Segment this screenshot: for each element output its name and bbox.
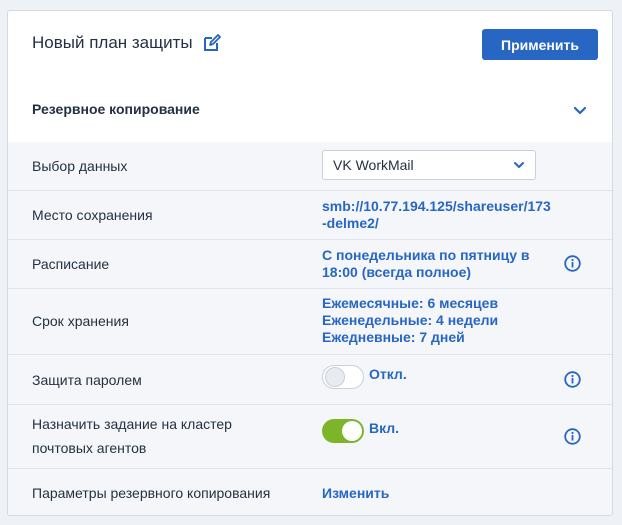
cluster-state: Вкл.	[369, 420, 400, 436]
info-icon[interactable]	[564, 428, 581, 445]
section-title: Резервное копирование	[32, 101, 200, 117]
retention-monthly: Ежемесячные: 6 месяцев	[322, 295, 499, 311]
retention-weekly: Еженедельные: 4 недели	[322, 312, 499, 328]
retention-link[interactable]: Ежемесячные: 6 месяцев Еженедельные: 4 н…	[322, 295, 552, 346]
data-selection-value: VK WorkMail	[333, 157, 414, 173]
data-selection-label: Выбор данных	[32, 158, 128, 174]
backup-section-header[interactable]: Резервное копирование	[8, 77, 612, 143]
edit-icon[interactable]	[203, 34, 221, 52]
schedule-link[interactable]: С понедельника по пятницу в 18:00 (всегд…	[322, 247, 552, 281]
password-toggle[interactable]	[322, 365, 364, 389]
apply-button[interactable]: Применить	[482, 29, 598, 60]
toggle-knob	[325, 367, 345, 387]
password-state: Откл.	[369, 366, 407, 382]
panel-header: Новый план защиты Применить	[8, 11, 612, 78]
info-icon[interactable]	[564, 371, 581, 388]
retention-label: Срок хранения	[32, 313, 129, 329]
info-icon[interactable]	[564, 255, 581, 272]
plan-title: Новый план защиты	[32, 33, 193, 52]
row-retention: Срок хранения Ежемесячные: 6 месяцев Еже…	[8, 289, 612, 355]
cluster-label-line-1: Назначить задание на кластер	[32, 416, 232, 432]
password-label: Защита паролем	[32, 372, 142, 388]
cluster-label: Назначить задание на кластер почтовых аг…	[32, 412, 232, 460]
location-link[interactable]: smb://10.77.194.125/shareuser/173-delme2…	[322, 198, 552, 232]
row-cluster: Назначить задание на кластер почтовых аг…	[8, 405, 612, 469]
chevron-down-icon	[514, 162, 524, 168]
row-backup-params: Параметры резервного копирования Изменит…	[8, 469, 612, 515]
location-label: Место сохранения	[32, 207, 153, 223]
toggle-knob	[342, 421, 362, 441]
schedule-label: Расписание	[32, 256, 110, 272]
backup-params-label: Параметры резервного копирования	[32, 485, 271, 501]
row-data-selection: Выбор данных VK WorkMail	[8, 142, 612, 191]
row-schedule: Расписание С понедельника по пятницу в 1…	[8, 240, 612, 289]
backup-params-link[interactable]: Изменить	[322, 485, 552, 502]
retention-daily: Ежедневные: 7 дней	[322, 329, 465, 345]
row-location: Место сохранения smb://10.77.194.125/sha…	[8, 191, 612, 240]
protection-plan-panel: Новый план защиты Применить Резервное ко…	[7, 10, 613, 516]
cluster-toggle[interactable]	[322, 419, 364, 443]
chevron-down-icon[interactable]	[572, 102, 588, 118]
cluster-label-line-2: почтовых агентов	[32, 440, 147, 456]
data-selection-dropdown[interactable]: VK WorkMail	[322, 150, 536, 180]
row-password: Защита паролем Откл.	[8, 355, 612, 405]
settings-list: Выбор данных VK WorkMail Место сохранени…	[8, 142, 612, 515]
